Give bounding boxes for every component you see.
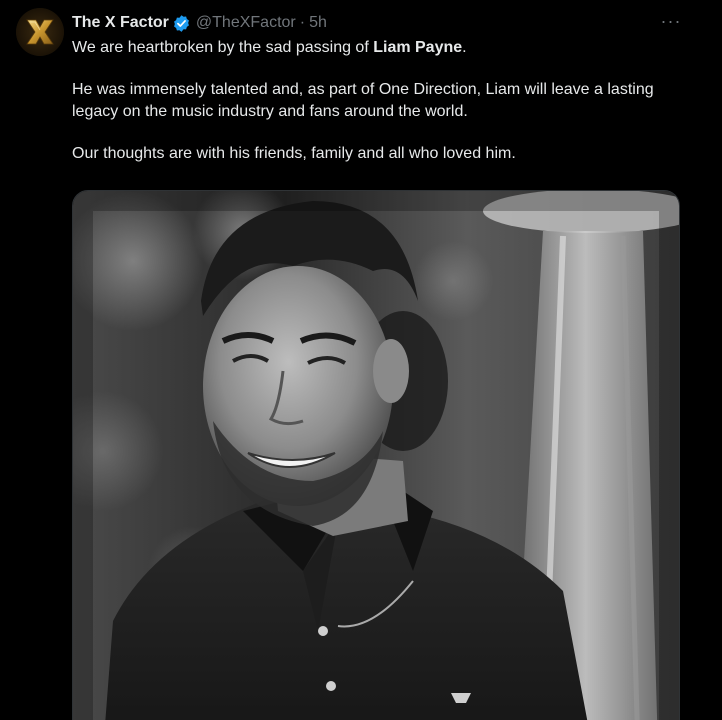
x-factor-logo-icon — [16, 8, 64, 56]
tweet-text-name: Liam Payne — [373, 39, 463, 56]
portrait-photo — [73, 191, 679, 720]
tweet-header: The X Factor @TheXFactor · 5h — [72, 12, 327, 34]
verified-badge-icon — [172, 14, 191, 33]
user-handle[interactable]: @TheXFactor — [196, 13, 296, 33]
separator-dot: · — [299, 14, 306, 31]
avatar[interactable] — [16, 8, 64, 56]
tweet-card: The X Factor @TheXFactor · 5h ··· We are… — [0, 0, 722, 720]
tweet-paragraph-2: He was immensely talented and, as part o… — [72, 81, 654, 120]
display-name[interactable]: The X Factor — [72, 13, 169, 33]
tweet-text-prefix: We are heartbroken by the sad passing of — [72, 39, 374, 56]
tweet-paragraph-1: We are heartbroken by the sad passing of… — [72, 37, 692, 59]
timestamp[interactable]: 5h — [309, 13, 327, 33]
tweet-photo[interactable] — [72, 190, 680, 720]
more-options-icon[interactable]: ··· — [660, 10, 682, 32]
tweet-text: We are heartbroken by the sad passing of… — [72, 37, 692, 165]
tweet-paragraph-3: Our thoughts are with his friends, famil… — [72, 145, 516, 162]
tweet-text-suffix: . — [462, 39, 467, 56]
